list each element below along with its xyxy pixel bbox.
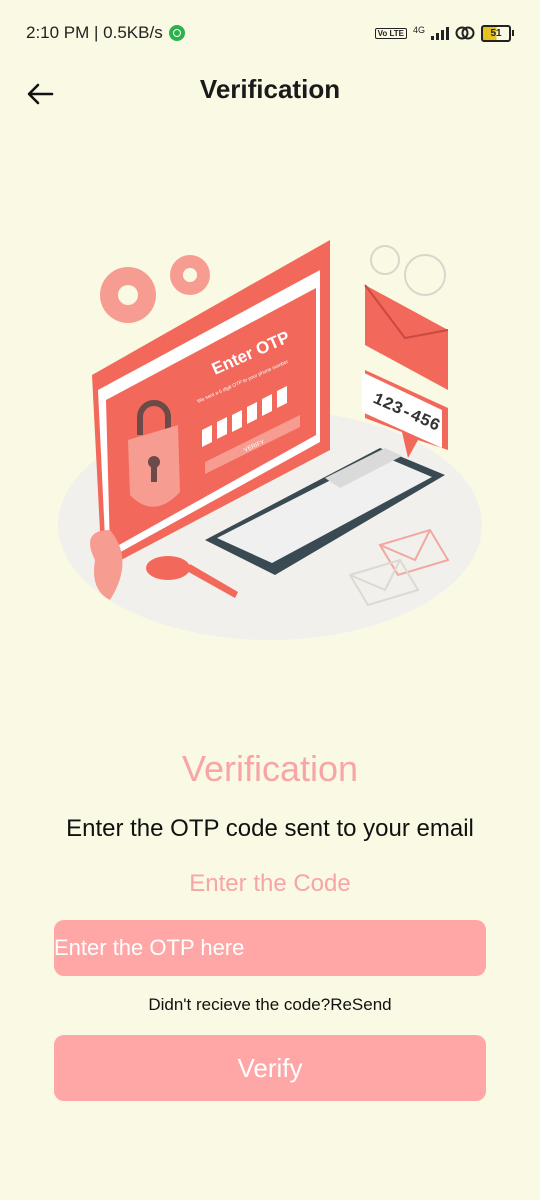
status-bar: 2:10 PM | 0.5KB/s Vo LTE 4G 51: [0, 0, 540, 66]
status-right: Vo LTE 4G 51: [374, 24, 514, 42]
resend-prompt: Didn't recieve the code?: [148, 995, 331, 1014]
battery-icon: 51: [481, 24, 514, 42]
status-time: 2:10 PM | 0.5KB/s: [26, 23, 163, 42]
battery-level: 51: [490, 27, 502, 39]
network-type: 4G: [412, 24, 425, 35]
otp-illustration: Enter OTP We sent a 6 digit OTP to your …: [58, 240, 482, 640]
gear-icon: [100, 255, 210, 323]
status-left: 2:10 PM | 0.5KB/s: [26, 23, 185, 43]
signal-icon: [431, 26, 449, 40]
code-label: Enter the Code: [189, 870, 351, 897]
instruction-text: Enter the OTP code sent to your email: [66, 815, 474, 842]
notification-icon: [168, 25, 185, 41]
otp-input[interactable]: [54, 920, 486, 976]
app-bar: Verification: [0, 66, 540, 122]
hotspot-icon: [455, 26, 475, 40]
envelope-icon: [364, 284, 449, 390]
page-title: Verification: [199, 74, 341, 104]
resend-row: Didn't recieve the code?ReSend: [0, 995, 540, 1015]
verify-button[interactable]: Verify: [54, 1035, 486, 1101]
volte-icon: Vo LTE: [374, 27, 407, 39]
verification-heading: Verification: [181, 748, 359, 789]
resend-link[interactable]: ReSend: [330, 995, 391, 1014]
